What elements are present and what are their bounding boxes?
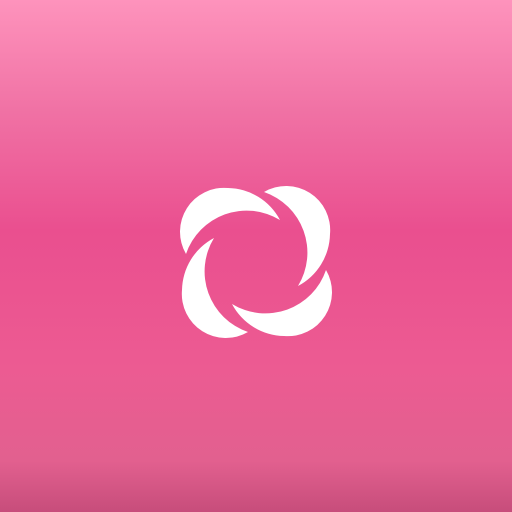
petal-top-right [264,185,331,286]
petal-top-left [179,187,280,254]
petal-bottom-right [232,270,333,337]
pinwheel-flower-icon [179,185,333,339]
app-icon [0,0,512,512]
petal-bottom-left [181,238,248,339]
